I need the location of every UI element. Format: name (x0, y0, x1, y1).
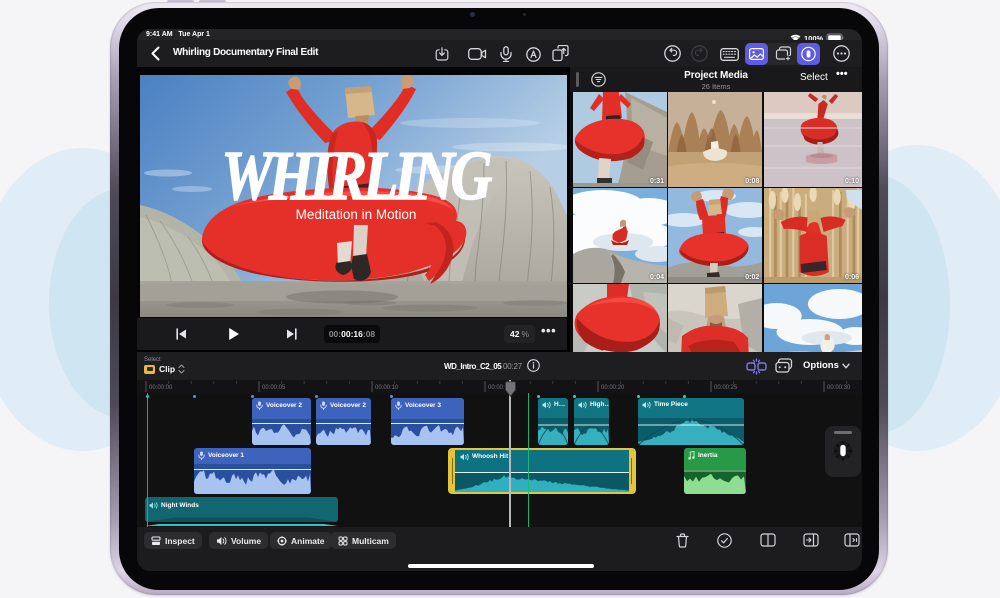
svg-text:00:00:25: 00:00:25 (714, 385, 738, 391)
svg-text:00:00:05: 00:00:05 (262, 385, 286, 391)
svg-text:00:00:30: 00:00:30 (827, 385, 851, 391)
svg-text:WHIRLING: WHIRLING (222, 137, 493, 214)
svg-text:00:00:20: 00:00:20 (601, 385, 625, 391)
svg-text:Meditation in Motion: Meditation in Motion (296, 207, 417, 222)
svg-text:00:00:00: 00:00:00 (149, 385, 173, 391)
svg-text:00:00:10: 00:00:10 (375, 385, 399, 391)
